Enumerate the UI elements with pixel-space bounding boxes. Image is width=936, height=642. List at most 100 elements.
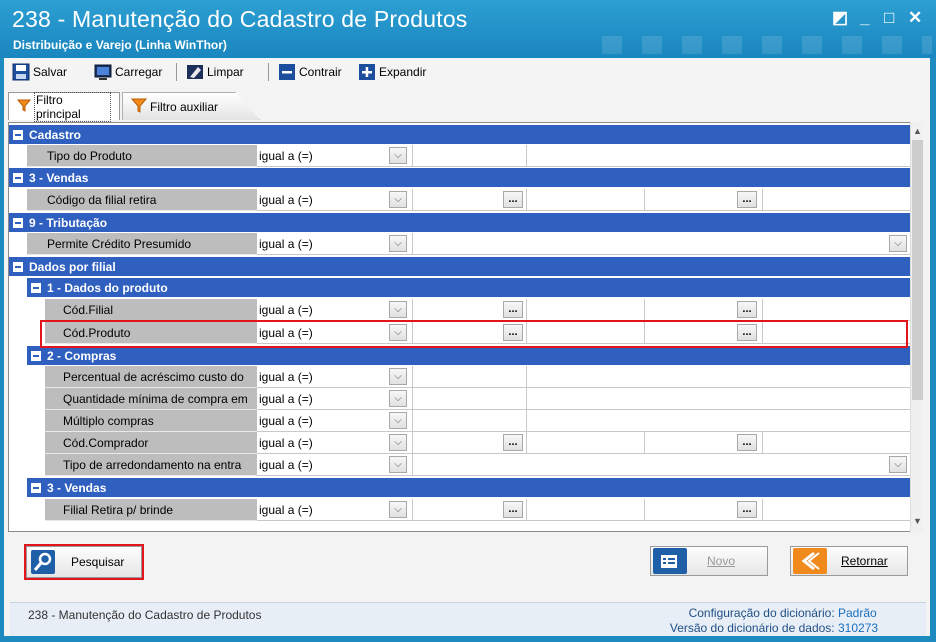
load-button[interactable]: Carregar [94, 62, 162, 82]
lookup-button[interactable]: ... [737, 434, 757, 451]
group-cadastro[interactable]: Cadastro [9, 125, 911, 144]
value-cell[interactable] [527, 189, 645, 211]
value-cell[interactable]: ... [645, 432, 763, 454]
lookup-button[interactable]: ... [503, 191, 523, 208]
status-version-label: Versão do dicionário de dados: [669, 621, 835, 635]
collapse-box-icon[interactable] [13, 129, 23, 140]
value-cell[interactable] [527, 145, 911, 167]
operator-select[interactable]: igual a (=) ⌵ [257, 410, 413, 432]
operator-value: igual a (=) [259, 192, 313, 207]
chevron-down-icon[interactable]: ⌵ [389, 456, 407, 473]
chevron-down-icon[interactable]: ⌵ [389, 301, 407, 318]
scrollbar-thumb[interactable] [912, 140, 923, 400]
new-button[interactable]: Novo [650, 546, 768, 576]
operator-select[interactable]: igual a (=) ⌵ [257, 388, 413, 410]
floppy-disk-icon [12, 63, 30, 81]
filter-label: Filial Retira p/ brinde [45, 499, 257, 521]
value-cell[interactable] [527, 432, 645, 454]
collapse-box-icon[interactable] [13, 261, 23, 272]
chevron-down-icon[interactable]: ⌵ [389, 235, 407, 252]
scroll-down-icon[interactable]: ▼ [912, 514, 923, 528]
status-config-label: Configuração do dicionário: [688, 606, 835, 620]
value-cell[interactable]: ... [645, 499, 763, 521]
chevron-down-icon[interactable]: ⌵ [389, 191, 407, 208]
value-cell[interactable] [413, 366, 527, 388]
group-compras[interactable]: 2 - Compras [27, 346, 911, 365]
value-cell[interactable]: ... [413, 499, 527, 521]
value-cell[interactable] [527, 410, 911, 432]
back-button[interactable]: Retornar [790, 546, 908, 576]
tab-aux-filter[interactable]: Filtro auxiliar [122, 92, 260, 120]
operator-select[interactable]: igual a (=) ⌵ [257, 145, 413, 167]
group-tributacao[interactable]: 9 - Tributação [9, 213, 911, 232]
group-dados-filial[interactable]: Dados por filial [9, 257, 911, 276]
clear-button[interactable]: Limpar [186, 62, 244, 82]
new-label: Novo [707, 554, 736, 568]
vertical-scrollbar[interactable]: ▲ ▼ [910, 122, 923, 532]
group-label: 2 - Compras [47, 348, 117, 363]
chevron-down-icon[interactable]: ⌵ [389, 412, 407, 429]
operator-select[interactable]: igual a (=) ⌵ [257, 499, 413, 521]
lookup-button[interactable]: ... [737, 501, 757, 518]
operator-select[interactable]: igual a (=) ⌵ [257, 366, 413, 388]
close-icon[interactable]: ✕ [908, 8, 922, 28]
value-cell[interactable] [527, 388, 911, 410]
value-cell[interactable] [413, 388, 527, 410]
collapse-box-icon[interactable] [31, 282, 41, 293]
value-cell[interactable] [763, 299, 911, 321]
operator-select[interactable]: igual a (=) ⌵ [257, 189, 413, 211]
save-button[interactable]: Salvar [12, 62, 67, 82]
value-cell[interactable] [413, 145, 527, 167]
value-cell[interactable]: ... [413, 189, 527, 211]
scroll-up-icon[interactable]: ▲ [912, 124, 923, 138]
group-dados-produto[interactable]: 1 - Dados do produto [27, 278, 911, 297]
chevron-down-icon[interactable]: ⌵ [389, 368, 407, 385]
collapse-box-icon[interactable] [13, 217, 23, 228]
value-cell[interactable] [527, 499, 645, 521]
value-select[interactable]: ⌵ [413, 233, 911, 255]
value-select[interactable]: ⌵ [413, 454, 911, 476]
back-label: Retornar [841, 554, 888, 568]
chevron-down-icon[interactable]: ⌵ [889, 235, 907, 252]
minimize-icon[interactable]: _ [860, 8, 869, 28]
collapse-box-icon[interactable] [31, 350, 41, 361]
tab-main-filter[interactable]: Filtro principal [8, 91, 120, 122]
lookup-button[interactable]: ... [737, 191, 757, 208]
lookup-button[interactable]: ... [503, 301, 523, 318]
lookup-button[interactable]: ... [737, 301, 757, 318]
value-cell[interactable] [763, 432, 911, 454]
expand-button[interactable]: Expandir [358, 62, 426, 82]
title-bar[interactable]: 238 - Manutenção do Cadastro de Produtos… [0, 0, 936, 58]
operator-select[interactable]: igual a (=) ⌵ [257, 233, 413, 255]
lookup-button[interactable]: ... [503, 501, 523, 518]
lookup-button[interactable]: ... [503, 434, 523, 451]
operator-select[interactable]: igual a (=) ⌵ [257, 299, 413, 321]
maximize-icon[interactable]: □ [884, 8, 894, 28]
value-cell[interactable] [527, 299, 645, 321]
value-cell[interactable]: ... [645, 189, 763, 211]
chevron-down-icon[interactable]: ⌵ [389, 501, 407, 518]
chevron-down-icon[interactable]: ⌵ [389, 434, 407, 451]
group-vendas-filial[interactable]: 3 - Vendas [27, 478, 911, 497]
operator-select[interactable]: igual a (=) ⌵ [257, 454, 413, 476]
collapse-button[interactable]: Contrair [278, 62, 342, 82]
value-cell[interactable] [763, 499, 911, 521]
expand-label: Expandir [379, 65, 427, 79]
filter-row-tipo-produto: Tipo do Produto igual a (=) ⌵ [9, 145, 911, 167]
value-cell[interactable] [763, 189, 911, 211]
value-cell[interactable] [413, 410, 527, 432]
value-cell[interactable]: ... [645, 299, 763, 321]
chevron-down-icon[interactable]: ⌵ [889, 456, 907, 473]
collapse-box-icon[interactable] [31, 482, 41, 493]
collapse-box-icon[interactable] [13, 172, 23, 183]
value-cell[interactable]: ... [413, 299, 527, 321]
operator-select[interactable]: igual a (=) ⌵ [257, 432, 413, 454]
restore-icon[interactable]: ◩ [832, 8, 848, 28]
filter-label: Cód.Comprador [45, 432, 257, 454]
chevron-down-icon[interactable]: ⌵ [389, 390, 407, 407]
value-cell[interactable] [527, 366, 911, 388]
value-cell[interactable]: ... [413, 432, 527, 454]
chevron-down-icon[interactable]: ⌵ [389, 147, 407, 164]
save-label: Salvar [33, 65, 68, 79]
group-vendas[interactable]: 3 - Vendas [9, 168, 911, 187]
